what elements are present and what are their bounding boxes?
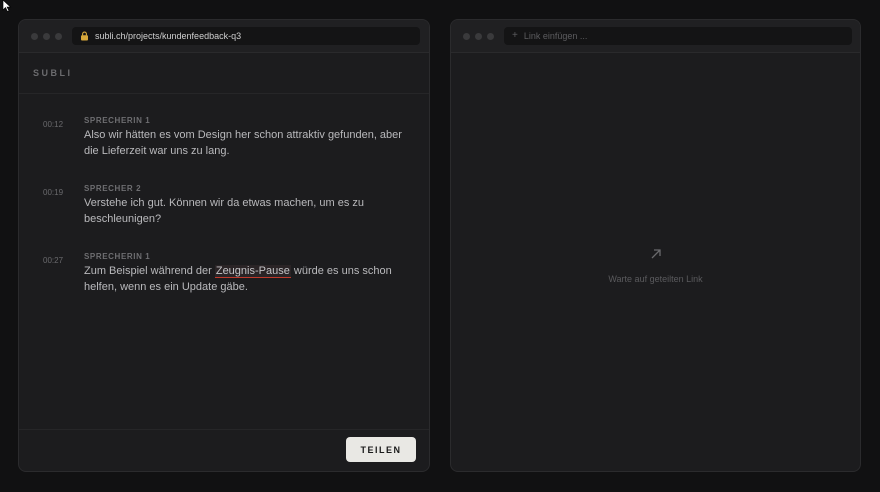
speaker-label: SPRECHER 2	[84, 184, 142, 193]
transcript-text: Verstehe ich gut. Können wir da etwas ma…	[84, 197, 365, 225]
maximize-dot[interactable]	[487, 32, 494, 40]
timestamp[interactable]: 00:12	[43, 120, 63, 129]
titlebar: + Link einfügen ...	[451, 20, 860, 53]
titlebar: subli.ch/projects/kundenfeedback-q3	[19, 20, 429, 53]
transcript-text: Also wir hätten es vom Design her schon …	[84, 129, 402, 157]
speaker-label: SPRECHERIN 1	[84, 116, 151, 125]
close-dot[interactable]	[31, 32, 38, 40]
arrow-up-right-icon	[651, 249, 661, 259]
close-dot[interactable]	[463, 32, 470, 40]
plus-icon: +	[512, 30, 518, 41]
share-button[interactable]: TEILEN	[346, 437, 416, 462]
empty-state: Warte auf geteilten Link	[451, 248, 860, 287]
app-header: SUBLI	[19, 53, 429, 94]
brand-logo: SUBLI	[33, 68, 73, 78]
lock-icon	[81, 31, 88, 41]
transcript-list: 00:12 SPRECHERIN 1 Also wir hätten es vo…	[19, 94, 429, 431]
transcript-text: Zum Beispiel während der Zeugnis-Pause w…	[84, 263, 409, 295]
window-controls	[463, 32, 494, 40]
waiting-text: Warte auf geteilten Link	[608, 274, 703, 284]
transcript-window: subli.ch/projects/kundenfeedback-q3 SUBL…	[18, 19, 430, 472]
link-input[interactable]: + Link einfügen ...	[504, 27, 852, 45]
maximize-dot[interactable]	[55, 32, 62, 40]
url-text: subli.ch/projects/kundenfeedback-q3	[95, 31, 242, 41]
address-bar[interactable]: subli.ch/projects/kundenfeedback-q3	[72, 27, 420, 45]
minimize-dot[interactable]	[475, 32, 482, 40]
link-placeholder: Link einfügen ...	[523, 31, 588, 41]
speaker-label: SPRECHERIN 1	[84, 252, 151, 261]
timestamp[interactable]: 00:19	[43, 188, 63, 197]
minimize-dot[interactable]	[43, 32, 50, 40]
flagged-term[interactable]: Zeugnis-Pause	[214, 265, 291, 278]
cursor-icon	[2, 0, 12, 12]
receiver-window: + Link einfügen ... Warte auf geteilten …	[450, 19, 861, 472]
window-controls	[31, 32, 62, 40]
footer: TEILEN	[19, 429, 429, 471]
text-before: Zum Beispiel während der	[84, 265, 215, 277]
timestamp[interactable]: 00:27	[43, 256, 63, 265]
screen: subli.ch/projects/kundenfeedback-q3 SUBL…	[0, 0, 880, 492]
